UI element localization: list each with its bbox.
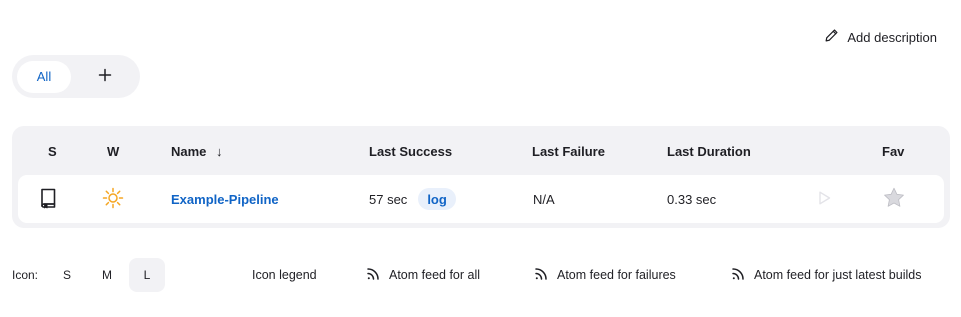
table-row: Example-Pipeline 57 sec log N/A 0.33 sec	[18, 175, 944, 223]
column-header-status[interactable]: S	[48, 144, 57, 159]
weather-cell	[102, 175, 126, 223]
atom-feed-latest-link[interactable]: Atom feed for just latest builds	[730, 258, 921, 292]
column-header-name-label: Name	[171, 144, 207, 159]
plus-icon	[98, 68, 112, 85]
tab-all[interactable]: All	[17, 60, 71, 93]
column-header-name[interactable]: Name ↓	[171, 144, 223, 159]
atom-feed-all-link[interactable]: Atom feed for all	[365, 258, 480, 292]
build-cell	[816, 175, 836, 223]
icon-size-label: Icon:	[12, 268, 39, 282]
column-header-last-duration[interactable]: Last Duration	[667, 144, 751, 159]
atom-feed-failures-label: Atom feed for failures	[557, 268, 676, 282]
status-cell	[40, 175, 62, 223]
log-link[interactable]: log	[418, 188, 456, 210]
atom-feed-failures-link[interactable]: Atom feed for failures	[533, 258, 676, 292]
last-success-value: 57 sec	[369, 191, 408, 207]
icon-size-l-button[interactable]: L	[129, 258, 165, 292]
table-footer: Icon: S M L Icon legend Atom feed for al…	[12, 258, 950, 292]
last-failure-cell: N/A	[533, 175, 555, 223]
jobs-table: S W Name ↓ Last Success Last Failure Las…	[12, 126, 950, 228]
column-header-fav[interactable]: Fav	[882, 144, 904, 159]
view-tabs: All	[12, 55, 140, 98]
last-duration-cell: 0.33 sec	[667, 175, 716, 223]
last-failure-value: N/A	[533, 191, 555, 207]
job-link[interactable]: Example-Pipeline	[171, 192, 279, 207]
rss-icon	[533, 266, 549, 285]
icon-size-m-button[interactable]: M	[89, 258, 125, 292]
play-icon[interactable]	[816, 190, 832, 209]
rss-icon	[730, 266, 746, 285]
icon-legend-label: Icon legend	[252, 268, 317, 282]
atom-feed-latest-label: Atom feed for just latest builds	[754, 268, 922, 282]
icon-size-s-button[interactable]: S	[49, 258, 85, 292]
add-description-label: Add description	[847, 29, 937, 45]
sort-down-icon: ↓	[216, 144, 223, 159]
name-cell: Example-Pipeline	[171, 175, 279, 223]
column-header-weather[interactable]: W	[107, 144, 119, 159]
pencil-icon	[824, 28, 839, 46]
add-view-button[interactable]	[85, 61, 125, 93]
rss-icon	[365, 266, 381, 285]
notebook-icon[interactable]	[40, 187, 58, 212]
column-header-last-success[interactable]: Last Success	[369, 144, 452, 159]
star-icon[interactable]	[883, 187, 905, 211]
sun-icon[interactable]	[102, 187, 124, 212]
fav-cell	[883, 175, 907, 223]
atom-feed-all-label: Atom feed for all	[389, 268, 481, 282]
column-header-last-failure[interactable]: Last Failure	[532, 144, 605, 159]
last-success-cell: 57 sec log	[369, 175, 456, 223]
icon-legend-link[interactable]: Icon legend	[252, 258, 317, 292]
add-description-button[interactable]: Add description	[824, 28, 937, 46]
last-duration-value: 0.33 sec	[667, 191, 717, 207]
